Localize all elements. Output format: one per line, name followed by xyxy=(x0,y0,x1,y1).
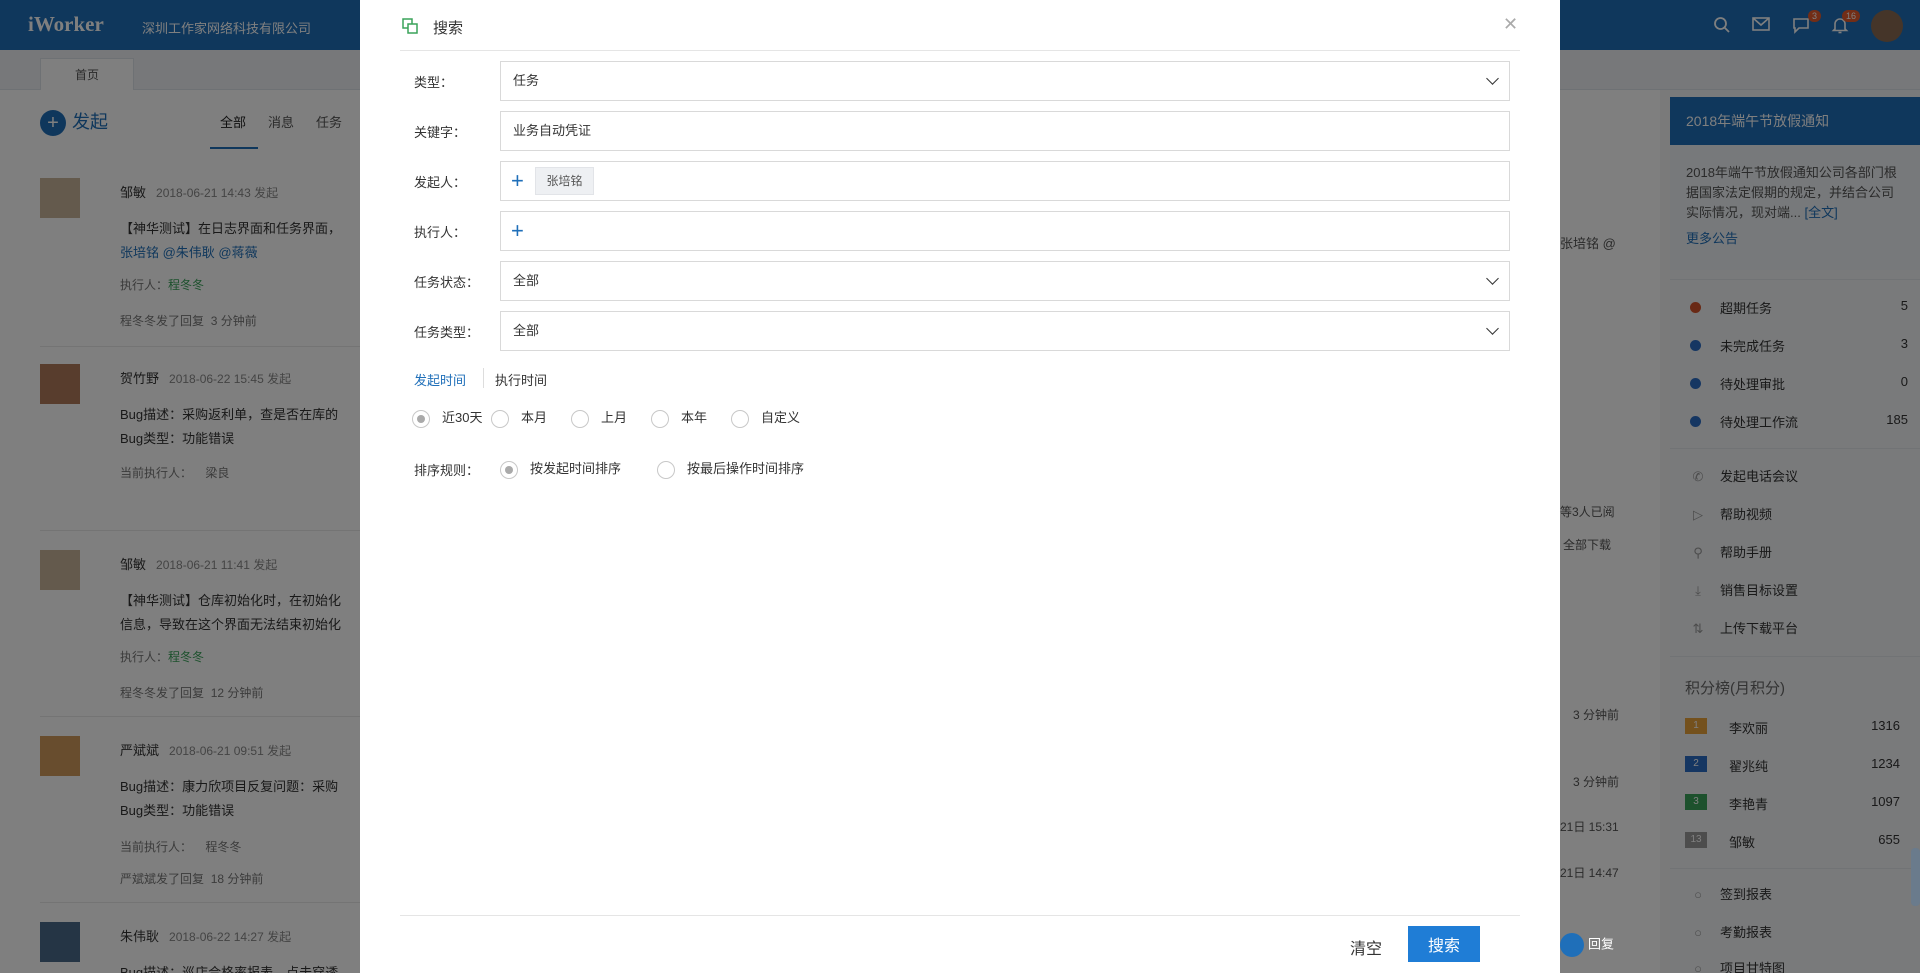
task-type-value: 全部 xyxy=(513,323,540,338)
search-dialog: 搜索 ✕ 类型： 任务 关键字： 发起人： + 张培铭 执行人： + 任务状态：… xyxy=(360,0,1560,973)
sort-option-label: 按最后操作时间排序 xyxy=(687,461,805,476)
chat-icon xyxy=(1560,933,1584,957)
chevron-down-icon xyxy=(1486,72,1499,85)
task-status-value: 全部 xyxy=(513,273,540,288)
task-status-select[interactable]: 全部 xyxy=(500,261,1510,301)
radio[interactable] xyxy=(731,409,749,428)
sort-by-initiated[interactable]: 按发起时间排序 xyxy=(500,458,622,479)
initiator-tag[interactable]: 张培铭 xyxy=(535,167,594,195)
keyword-input[interactable] xyxy=(513,122,1497,137)
task-status-label: 任务状态： xyxy=(414,275,480,290)
radio[interactable] xyxy=(651,409,669,428)
add-initiator-icon[interactable]: + xyxy=(511,162,524,200)
range-label: 上月 xyxy=(601,410,628,425)
radio-checked[interactable] xyxy=(500,460,518,479)
range-last-month[interactable]: 上月 xyxy=(571,407,628,428)
add-executor-icon[interactable]: + xyxy=(511,212,524,250)
divider xyxy=(483,368,484,388)
search-button[interactable]: 搜索 xyxy=(1408,926,1480,962)
close-icon[interactable]: ✕ xyxy=(1503,14,1518,35)
radio[interactable] xyxy=(571,409,589,428)
initiator-label: 发起人： xyxy=(414,175,467,190)
radio[interactable] xyxy=(491,409,509,428)
tab-initiated-time[interactable]: 发起时间 xyxy=(414,370,466,389)
clear-button[interactable]: 清空 xyxy=(1350,935,1382,959)
executor-field: + xyxy=(500,211,1510,251)
sort-label: 排序规则： xyxy=(414,463,480,478)
divider xyxy=(400,50,1520,51)
range-label: 本年 xyxy=(681,410,708,425)
executor-label: 执行人： xyxy=(414,225,467,240)
range-label: 自定义 xyxy=(761,410,801,425)
chevron-down-icon xyxy=(1486,322,1499,335)
sort-option-label: 按发起时间排序 xyxy=(530,461,622,476)
reply-button[interactable]: 回复 xyxy=(1560,933,1614,957)
type-value: 任务 xyxy=(513,73,540,88)
tab-executed-time[interactable]: 执行时间 xyxy=(495,370,547,389)
radio[interactable] xyxy=(657,460,675,479)
reply-label: 回复 xyxy=(1588,936,1615,952)
type-label: 类型： xyxy=(414,75,454,90)
task-type-label: 任务类型： xyxy=(414,325,480,340)
range-label: 本月 xyxy=(521,410,548,425)
search-dialog-icon xyxy=(402,18,418,34)
type-select[interactable]: 任务 xyxy=(500,61,1510,101)
chevron-down-icon xyxy=(1486,272,1499,285)
radio-checked[interactable] xyxy=(412,409,430,428)
keyword-field[interactable] xyxy=(500,111,1510,151)
sort-by-last-operation[interactable]: 按最后操作时间排序 xyxy=(657,458,805,479)
range-custom[interactable]: 自定义 xyxy=(731,407,801,428)
dialog-header: 搜索 ✕ xyxy=(360,0,1560,52)
task-type-select[interactable]: 全部 xyxy=(500,311,1510,351)
keyword-label: 关键字： xyxy=(414,125,467,140)
range-this-month[interactable]: 本月 xyxy=(491,407,548,428)
range-this-year[interactable]: 本年 xyxy=(651,407,708,428)
range-last-30-days[interactable]: 近30天 xyxy=(412,407,483,428)
scrollbar-thumb[interactable] xyxy=(1911,848,1920,906)
range-label: 近30天 xyxy=(442,410,483,425)
divider xyxy=(400,915,1520,916)
initiator-field: + 张培铭 xyxy=(500,161,1510,201)
dialog-title: 搜索 xyxy=(433,20,464,37)
